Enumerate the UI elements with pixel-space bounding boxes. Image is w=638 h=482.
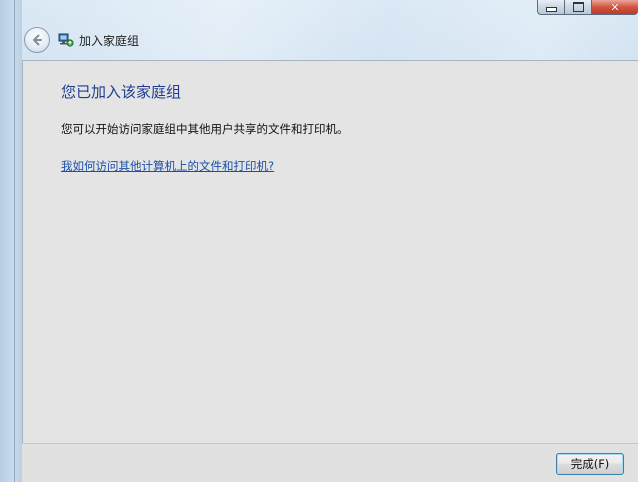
- window-left-border: [0, 0, 22, 482]
- help-link[interactable]: 我如何访问其他计算机上的文件和打印机?: [61, 158, 274, 174]
- navigation-bar: 加入家庭组: [22, 22, 139, 58]
- content-pane: 您已加入该家庭组 您可以开始访问家庭组中其他用户共享的文件和打印机。 我如何访问…: [22, 60, 638, 443]
- description-text: 您可以开始访问家庭组中其他用户共享的文件和打印机。: [61, 122, 349, 136]
- window-left-border-line: [14, 0, 15, 482]
- back-button[interactable]: [24, 27, 50, 53]
- caption-buttons: ✕: [537, 0, 638, 15]
- window-frame: ✕ 加入家庭组 您已加入该家庭组 您可以开始访问家庭组中其他用户共享的文件和打印…: [0, 0, 638, 482]
- close-button[interactable]: ✕: [591, 0, 638, 15]
- footer-bar: 完成(F): [22, 443, 638, 482]
- close-icon: ✕: [610, 0, 620, 14]
- window-title: 加入家庭组: [79, 33, 140, 48]
- maximize-icon: [572, 2, 584, 12]
- maximize-button[interactable]: [564, 0, 591, 15]
- back-arrow-icon: [33, 34, 42, 46]
- finish-button[interactable]: 完成(F): [556, 453, 624, 475]
- minimize-icon: [545, 6, 557, 12]
- homegroup-icon: [58, 33, 74, 47]
- minimize-button[interactable]: [537, 0, 564, 15]
- page-heading: 您已加入该家庭组: [61, 83, 182, 101]
